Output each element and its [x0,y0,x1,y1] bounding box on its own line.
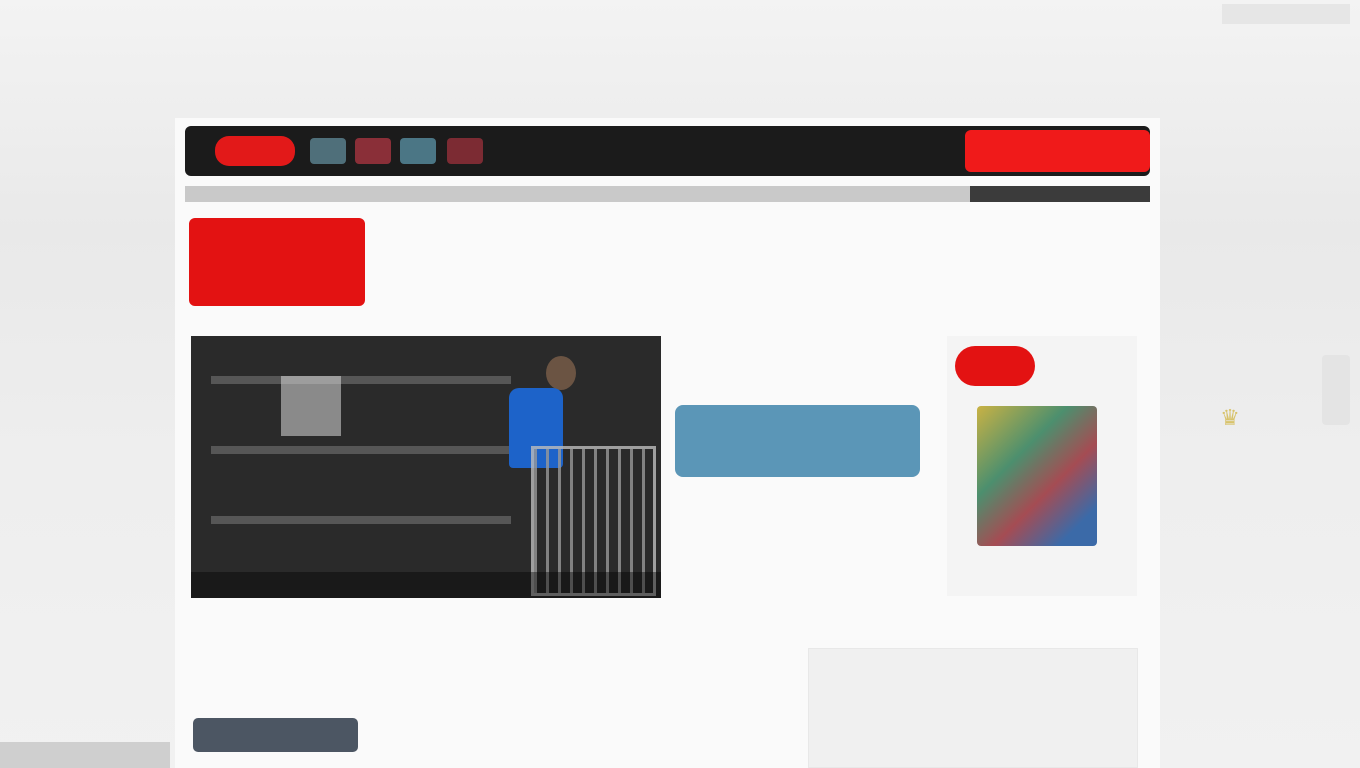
hero-person-head [546,356,576,390]
site-logo[interactable] [189,218,365,306]
hero-shelf [211,446,511,454]
corner-tag[interactable] [1222,4,1350,24]
sidebar-box [808,648,1138,768]
left-column-thumbnail[interactable] [193,718,358,752]
secondary-bar [185,186,1150,202]
subscribe-button[interactable] [965,130,1150,172]
promo-box[interactable] [947,336,1137,596]
side-scroll-widget[interactable] [1322,355,1350,425]
network-site-link-1[interactable] [310,138,346,164]
hero-box [281,376,341,436]
secondary-bar-right[interactable] [970,186,1150,202]
section-nav [380,268,1140,292]
left-column [193,618,358,768]
crown-icon: ♛ [1220,405,1240,430]
article-teaser [383,618,783,768]
hero-shelf [211,516,511,524]
hero-shelf [211,376,511,384]
web-page: ♛ [0,0,1360,768]
network-site-link-3[interactable] [400,138,436,164]
headline-list [675,333,925,603]
sponsor-logo[interactable]: ♛ [1175,405,1285,485]
main-content [175,118,1160,768]
feature-headline[interactable] [675,405,920,477]
network-logo[interactable] [215,136,295,166]
promo-badge [955,346,1035,386]
masthead-ad-banner[interactable] [205,0,1145,112]
bottom-bar[interactable] [0,742,170,768]
promo-poster[interactable] [977,406,1097,546]
network-site-link-2[interactable] [355,138,391,164]
network-site-link-4[interactable] [447,138,483,164]
top-navigation-bar [185,126,1150,176]
news-ticker[interactable] [515,144,945,158]
hero-image[interactable] [191,336,661,598]
hero-caption [191,572,661,598]
